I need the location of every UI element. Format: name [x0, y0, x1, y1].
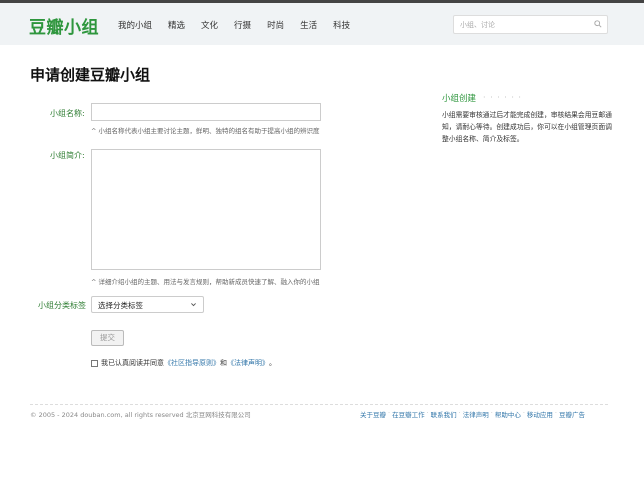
- sidebar-title-dots: · · · · · ·: [483, 93, 522, 102]
- group-tag-selected: 选择分类标签: [98, 301, 143, 310]
- nav-item-culture[interactable]: 文化: [201, 19, 218, 31]
- group-name-input[interactable]: [91, 103, 321, 121]
- footer-separator: ·: [522, 409, 525, 417]
- submit-button[interactable]: 提交: [91, 330, 124, 346]
- search-icon[interactable]: [594, 20, 602, 28]
- footer-link-ads[interactable]: 豆瓣广告: [559, 409, 585, 419]
- group-tag-label: 小组分类标签: [38, 301, 86, 310]
- nav-item-tech[interactable]: 科技: [333, 19, 350, 31]
- footer-link-legal[interactable]: 法律声明: [463, 409, 489, 419]
- group-name-label: 小组名称:: [50, 109, 85, 118]
- footer-separator: ·: [490, 409, 493, 417]
- main-nav: 我的小组 精选 文化 行摄 时尚 生活 科技: [118, 19, 366, 31]
- sidebar-title: 小组创建: [442, 94, 477, 104]
- sidebar-description: 小组需要审核通过后才能完成创建，审核结果会用豆邮通知，请耐心等待。创建成功后，你…: [442, 111, 612, 143]
- search-input[interactable]: [454, 16, 584, 33]
- nav-item-travel[interactable]: 行摄: [234, 19, 251, 31]
- nav-item-life[interactable]: 生活: [300, 19, 317, 31]
- agreement-row: 我已认真阅读并同意 《社区指导原则》 和 《法律声明》 。: [91, 358, 276, 368]
- nav-item-featured[interactable]: 精选: [168, 19, 185, 31]
- footer-link-help[interactable]: 帮助中心: [495, 409, 521, 419]
- community-guidelines-link[interactable]: 《社区指导原则》: [164, 358, 220, 368]
- legal-statement-link[interactable]: 《法律声明》: [227, 358, 269, 368]
- group-intro-label: 小组简介:: [50, 151, 85, 160]
- agree-suffix: 。: [269, 359, 276, 367]
- nav-item-fashion[interactable]: 时尚: [267, 19, 284, 31]
- page-title: 申请创建豆瓣小组: [30, 66, 151, 84]
- footer-copyright: © 2005 - 2024 douban.com, all rights res…: [30, 411, 251, 419]
- site-header: 豆瓣小组 我的小组 精选 文化 行摄 时尚 生活 科技: [0, 3, 644, 45]
- group-intro-textarea[interactable]: [91, 149, 321, 270]
- footer-link-mobile[interactable]: 移动应用: [527, 409, 553, 419]
- footer-links: 关于豆瓣 · 在豆瓣工作 · 联系我们 · 法律声明 · 帮助中心 · 移动应用…: [360, 409, 585, 419]
- footer-separator: ·: [388, 409, 391, 417]
- agree-and: 和: [220, 359, 227, 367]
- chevron-down-icon: [191, 303, 196, 307]
- footer-divider: [30, 404, 608, 405]
- footer-link-contact[interactable]: 联系我们: [431, 409, 457, 419]
- agree-checkbox[interactable]: [91, 359, 98, 367]
- footer-separator: ·: [458, 409, 461, 417]
- site-logo[interactable]: 豆瓣小组: [29, 13, 99, 38]
- footer-link-about[interactable]: 关于豆瓣: [360, 409, 386, 419]
- search-box: [453, 15, 608, 34]
- group-name-hint: ^ 小组名称代表小组主要讨论主题，鲜明、独特的组名有助于提高小组的辨识度: [91, 127, 320, 135]
- footer-separator: ·: [426, 409, 429, 417]
- agree-prefix: 我已认真阅读并同意: [101, 359, 164, 367]
- group-intro-hint: ^ 详细介绍小组的主题、用法与发言规则，帮助新成员快速了解、融入你的小组: [91, 278, 320, 286]
- nav-item-my-groups[interactable]: 我的小组: [118, 19, 152, 31]
- footer-link-jobs[interactable]: 在豆瓣工作: [392, 409, 425, 419]
- footer-separator: ·: [554, 409, 557, 417]
- group-tag-select[interactable]: 选择分类标签: [91, 296, 204, 313]
